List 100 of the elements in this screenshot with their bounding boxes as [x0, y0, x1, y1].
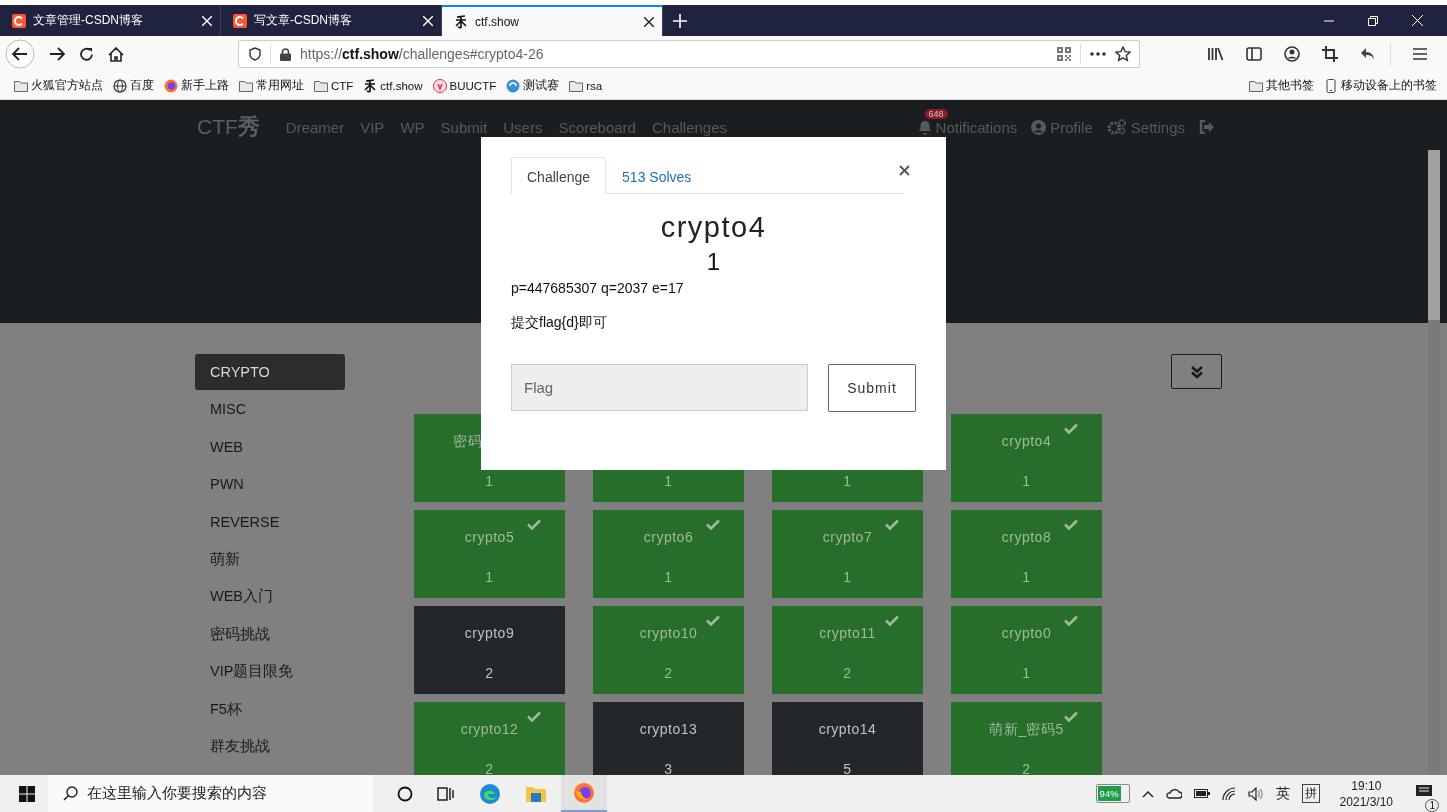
close-tab-icon[interactable] [644, 16, 654, 27]
bookmark-link[interactable]: rsa [569, 78, 603, 93]
bookmark-link[interactable]: 其他书签 [1249, 78, 1314, 93]
sidebar-icon[interactable] [1246, 47, 1262, 61]
bookmark-link[interactable]: ctf.show [363, 78, 423, 93]
nav-link[interactable]: Challenges [651, 118, 728, 136]
battery-indicator[interactable]: 94% [1095, 784, 1130, 803]
folder-icon [14, 78, 28, 93]
challenge-tile[interactable]: crypto10 2 [593, 606, 744, 694]
forward-icon[interactable] [49, 47, 65, 61]
input-method-indicator[interactable]: 拼 [1301, 784, 1320, 803]
qr-code-icon[interactable] [1057, 47, 1071, 61]
restore-icon[interactable] [1368, 15, 1378, 26]
category-item[interactable]: WEB [195, 428, 345, 467]
account-icon[interactable] [1284, 46, 1300, 62]
category-item[interactable]: 萌新 [195, 540, 345, 579]
category-item[interactable]: F5杯 [195, 690, 345, 728]
challenge-tile[interactable]: crypto11 2 [772, 606, 923, 694]
dialog-tab[interactable]: Challenge [511, 157, 607, 194]
windows-start-icon[interactable] [19, 785, 35, 802]
challenge-points: 1 [705, 248, 722, 276]
battery-icon[interactable] [1193, 789, 1210, 798]
category-item[interactable]: CRYPTO [195, 354, 345, 390]
challenge-points: 2 [485, 760, 494, 775]
bookmark-link[interactable]: 常用网址 [239, 78, 304, 93]
challenge-tile[interactable]: crypto8 1 [951, 510, 1102, 598]
category-item[interactable]: PWN [195, 466, 345, 504]
firefox-taskbar-button[interactable] [561, 775, 607, 812]
speaker-icon[interactable] [1247, 786, 1264, 801]
category-item[interactable]: 群友挑战 [195, 727, 345, 766]
task-view-icon[interactable] [437, 785, 455, 802]
scrollbar-thumb[interactable] [1428, 150, 1440, 320]
settings-link[interactable]: Settings [1106, 118, 1185, 136]
category-item[interactable]: REVERSE [195, 503, 345, 541]
logout-icon[interactable] [1199, 120, 1215, 134]
profile-link[interactable]: Profile [1031, 118, 1093, 136]
library-icon[interactable] [1208, 47, 1224, 61]
star-icon[interactable] [1115, 46, 1131, 62]
bookmark-link[interactable]: BUUCTF [432, 78, 497, 93]
wifi-icon[interactable] [1221, 786, 1236, 801]
challenge-tile[interactable]: crypto9 2 [414, 606, 565, 694]
nav-link[interactable]: VIP [360, 118, 385, 136]
csdn-logo-icon [233, 13, 247, 28]
challenge-tile[interactable]: crypto0 1 [951, 606, 1102, 694]
nav-link[interactable]: Dreamer [285, 118, 345, 136]
challenge-points: 2 [485, 664, 494, 682]
browser-tab[interactable]: ctf.show [442, 5, 663, 36]
reload-icon[interactable] [79, 46, 94, 62]
bookmark-link[interactable]: 百度 [113, 78, 154, 93]
bookmark-link[interactable]: 测试赛 [506, 78, 560, 93]
chevron-up-icon[interactable] [1141, 789, 1154, 798]
close-icon[interactable] [899, 165, 910, 176]
nav-link[interactable]: Submit [440, 118, 488, 136]
bookmark-link[interactable]: 火狐官方站点 [14, 78, 103, 93]
submit-button[interactable]: Submit [828, 364, 916, 412]
swirl-icon [506, 78, 521, 93]
bookmark-link[interactable]: CTF [314, 78, 354, 93]
category-item[interactable]: 密码挑战 [195, 615, 345, 654]
input-language-indicator[interactable]: 英 [1275, 784, 1290, 803]
challenge-tile[interactable]: crypto12 2 [414, 702, 565, 775]
challenge-tile[interactable]: crypto6 1 [593, 510, 744, 598]
back-icon[interactable] [5, 39, 35, 69]
more-icon[interactable] [1090, 52, 1106, 56]
challenge-tile[interactable]: crypto7 1 [772, 510, 923, 598]
challenge-title: crypto5 [464, 528, 515, 546]
taskbar-search-field[interactable]: 在这里输入你要搜索的内容 [48, 775, 373, 812]
cloud-icon[interactable] [1165, 788, 1182, 799]
crop-icon[interactable] [1322, 46, 1338, 62]
description-text: p=447685307 q=2037 e=17 [511, 280, 685, 296]
flag-input[interactable]: Flag [511, 364, 808, 411]
challenge-name: crypto4 [659, 211, 768, 244]
clock-date[interactable]: 2021/3/10 [1339, 793, 1393, 810]
bookmark-link[interactable]: 新手上路 [164, 78, 229, 93]
address-bar[interactable]: https://ctf.show/challenges#crypto4-26 [238, 40, 1140, 68]
menu-icon[interactable] [1413, 48, 1427, 60]
new-tab-icon[interactable] [673, 13, 687, 28]
category-item[interactable]: MISC [195, 391, 345, 429]
category-item[interactable]: WEB入门 [195, 578, 345, 616]
nav-link[interactable]: Scoreboard [558, 118, 636, 136]
clock-time[interactable]: 19:10 [1351, 777, 1382, 794]
shield-icon[interactable] [249, 47, 261, 61]
expand-button[interactable] [1171, 354, 1222, 389]
nav-link[interactable]: Users [503, 118, 543, 136]
bookmark-link[interactable]: 移动设备上的书签 [1324, 78, 1437, 93]
challenge-tile[interactable]: crypto13 3 [593, 702, 744, 775]
site-logo[interactable]: CTF秀 [197, 112, 260, 142]
challenge-tile[interactable]: crypto14 5 [772, 702, 923, 775]
category-item[interactable]: VIP题目限免 [195, 653, 345, 691]
challenge-tile[interactable]: crypto5 1 [414, 510, 565, 598]
notifications-link[interactable]: 648 Notifications [917, 108, 1018, 136]
challenge-tile[interactable]: crypto4 1 [951, 414, 1102, 502]
checkmark-icon [885, 519, 899, 530]
undo-icon[interactable] [1360, 47, 1376, 61]
dialog-tab[interactable]: 513 Solves [606, 157, 708, 194]
home-icon[interactable] [108, 46, 124, 62]
nav-link[interactable]: WP [400, 118, 425, 136]
challenge-tile[interactable]: 萌新_密码5 2 [951, 702, 1102, 775]
lock-icon[interactable] [280, 47, 291, 61]
cortana-icon[interactable] [397, 785, 413, 802]
edge-icon[interactable] [479, 782, 501, 805]
